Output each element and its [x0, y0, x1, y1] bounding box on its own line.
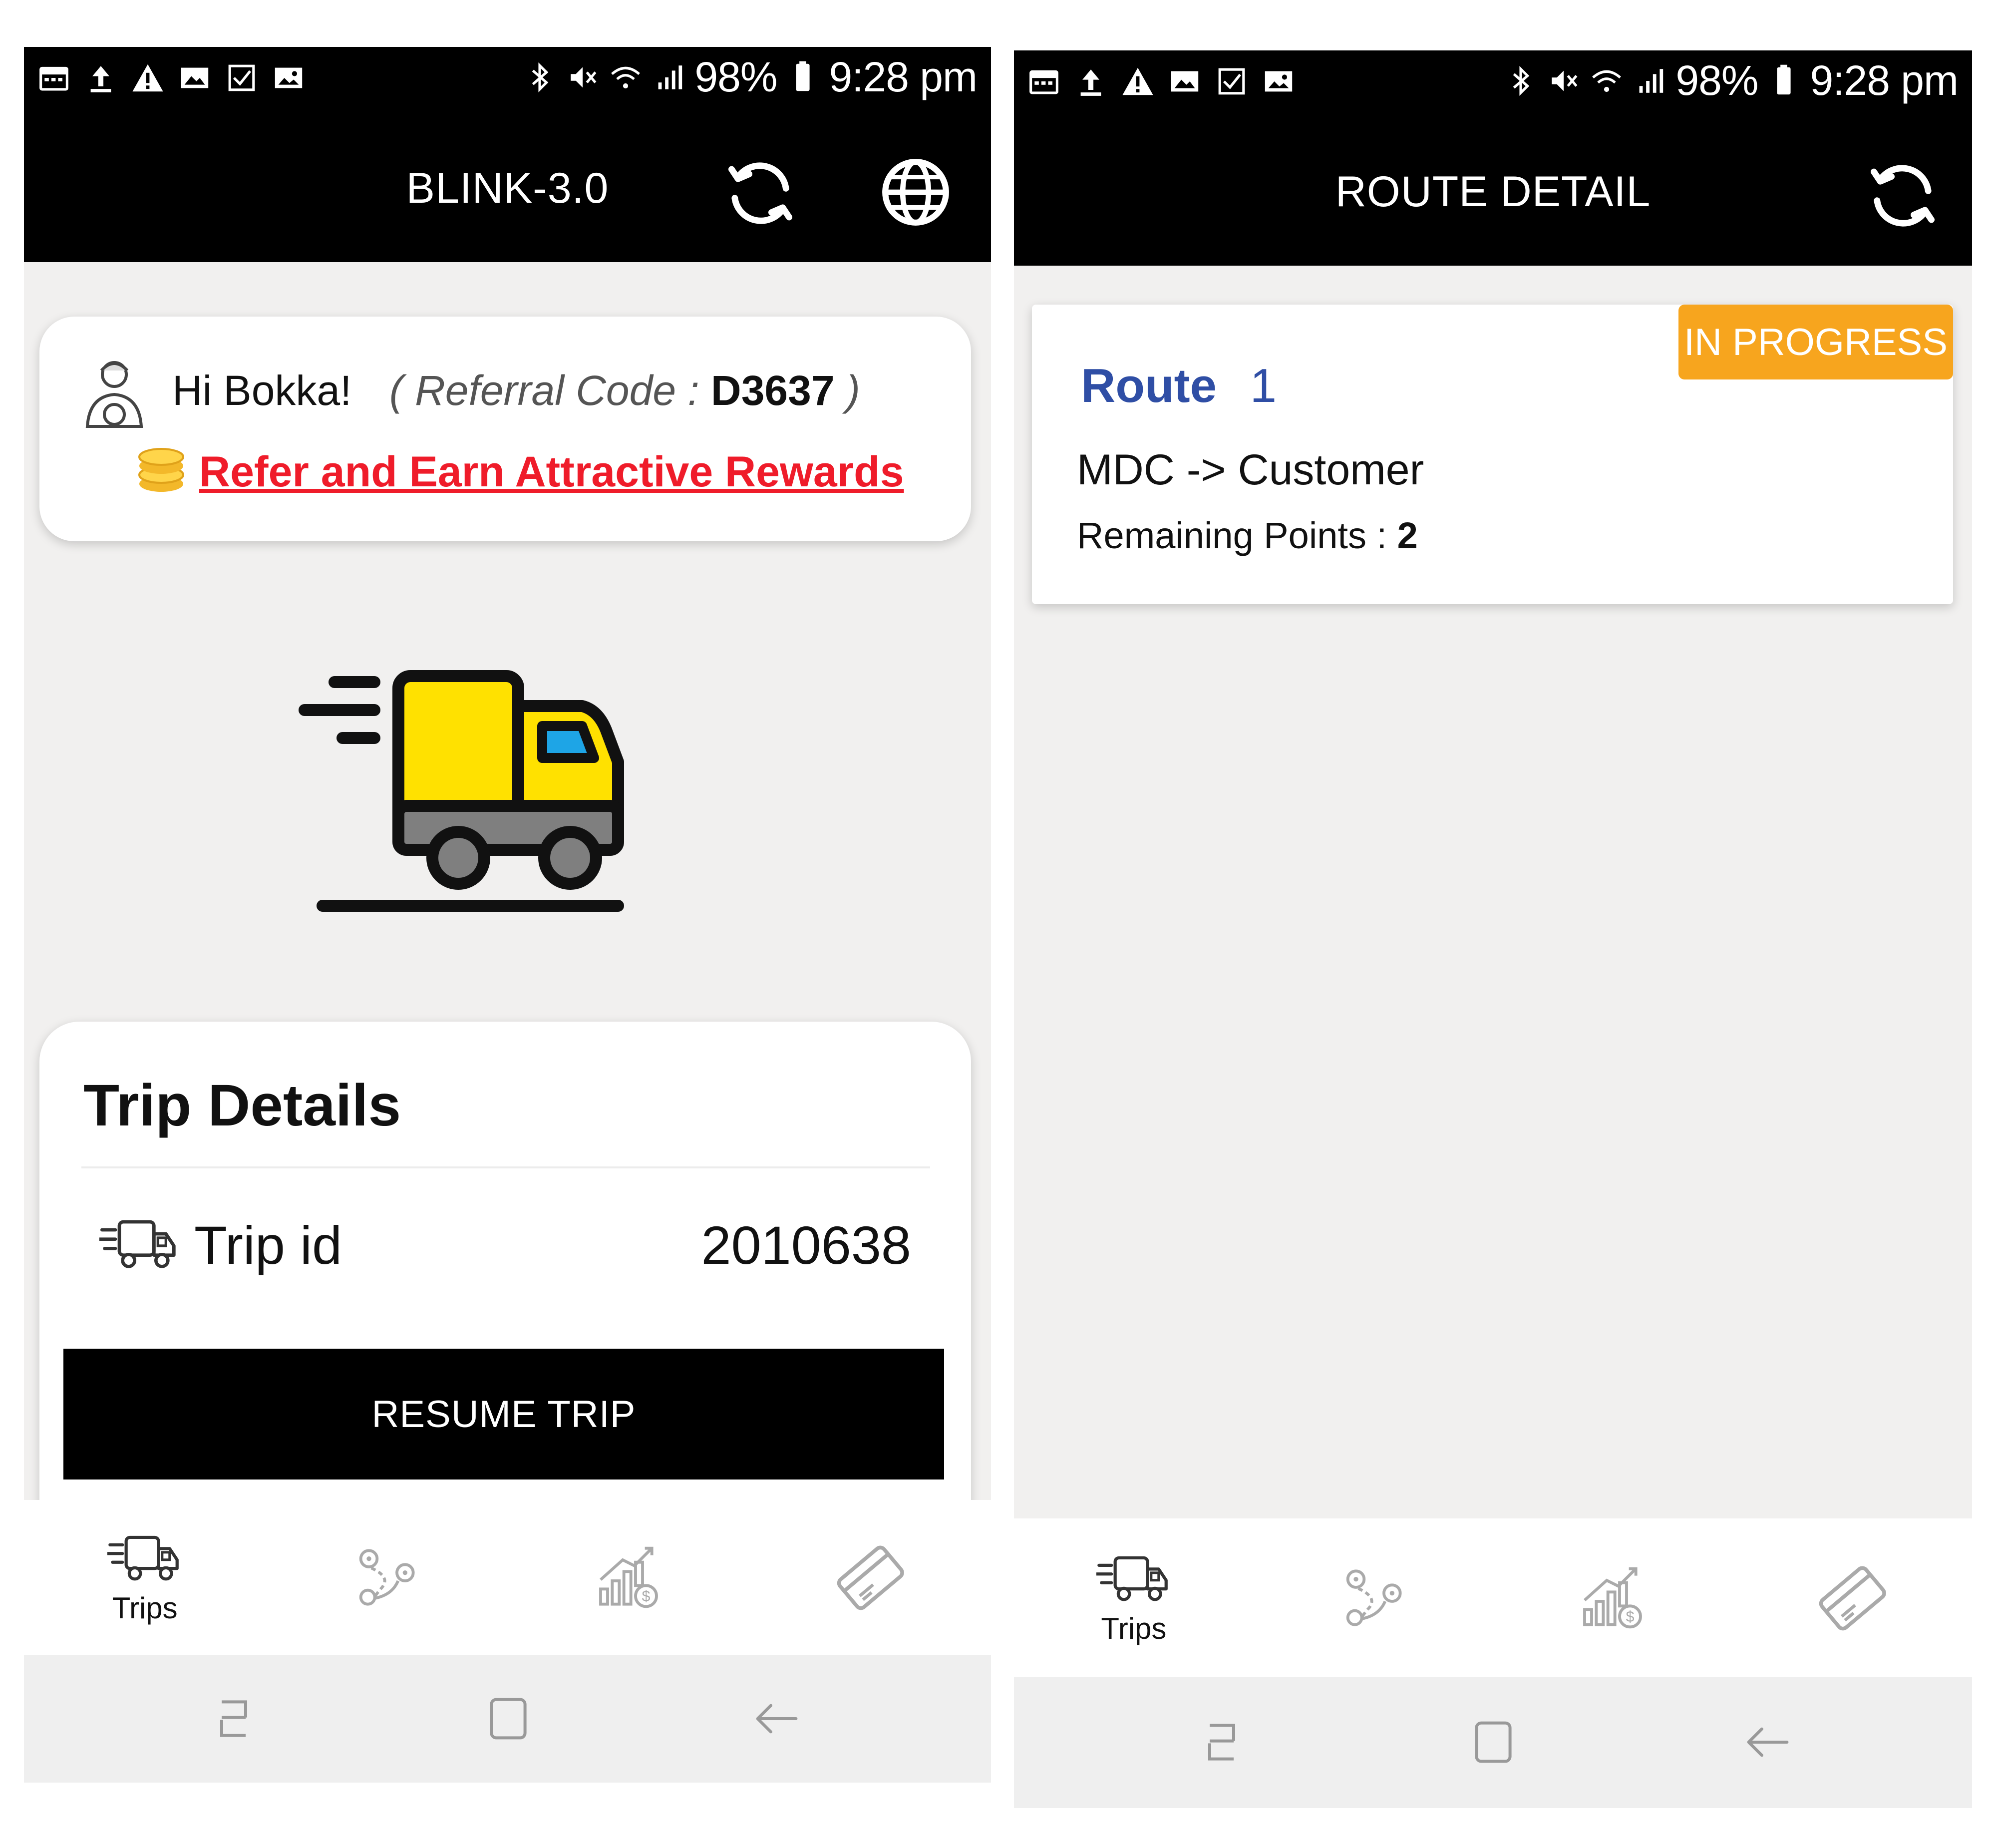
photo-icon	[181, 67, 209, 88]
battery-percent: 98%	[694, 53, 777, 100]
remaining-points-value: 2	[1397, 515, 1418, 556]
nav-trips[interactable]: Trips	[1014, 1518, 1254, 1677]
bluetooth-icon	[1513, 65, 1530, 96]
battery-percent: 98%	[1675, 57, 1758, 104]
bluetooth-icon	[532, 62, 549, 92]
nav-routes[interactable]	[266, 1500, 507, 1655]
route-path: MDC -> Customer	[1077, 446, 1424, 494]
warning-icon	[132, 64, 163, 92]
recent-apps-icon[interactable]	[1192, 1712, 1252, 1772]
nav-earnings[interactable]	[1493, 1518, 1733, 1677]
truck-icon	[1096, 1550, 1171, 1606]
delivery-truck-illustration	[299, 670, 624, 912]
bottom-nav: Trips	[24, 1500, 991, 1655]
home-screen: 98% 9:28 pm BLINK-3.0 Hi Bokka! ( Referr…	[24, 47, 991, 1783]
app-bar: BLINK-3.0	[24, 114, 991, 262]
calendar-icon	[39, 66, 68, 91]
truck-icon	[99, 1214, 179, 1274]
route-card[interactable]: IN PROGRESS Route 1 MDC -> Customer Rema…	[1032, 305, 1953, 604]
recent-apps-icon[interactable]	[204, 1689, 264, 1749]
system-nav	[1014, 1677, 1972, 1808]
back-icon[interactable]	[1738, 1712, 1798, 1772]
status-badge: IN PROGRESS	[1678, 305, 1953, 379]
greeting-text: Hi Bokka!	[172, 367, 352, 414]
nav-earnings[interactable]	[508, 1500, 749, 1655]
driver-avatar-icon	[85, 361, 143, 428]
card-icon	[833, 1540, 908, 1615]
truck-icon	[107, 1530, 182, 1586]
status-bar: 98% 9:28 pm	[24, 47, 991, 114]
trip-details-card: Trip Details Trip id 2010638 RESUME TRIP	[39, 1022, 971, 1531]
battery-icon	[1777, 64, 1791, 94]
greeting-card: Hi Bokka! ( Referral Code : D3637 ) Refe…	[39, 317, 971, 541]
nav-trips-label: Trips	[112, 1591, 178, 1625]
refer-earn-link[interactable]: Refer and Earn Attractive Rewards	[199, 447, 904, 497]
home-icon[interactable]	[478, 1689, 538, 1749]
bottom-nav: Trips	[1014, 1518, 1972, 1677]
trip-id-label: Trip id	[194, 1215, 342, 1275]
route-map-icon	[351, 1542, 421, 1612]
checkbox-icon	[228, 64, 255, 91]
earnings-chart-icon	[594, 1542, 664, 1612]
upload-icon	[1080, 69, 1101, 96]
warning-icon	[1122, 67, 1153, 95]
home-icon[interactable]	[1463, 1712, 1523, 1772]
nav-payments[interactable]	[749, 1500, 991, 1655]
globe-icon[interactable]	[878, 154, 954, 230]
referral-suffix: )	[834, 367, 860, 414]
back-icon[interactable]	[747, 1689, 807, 1749]
wifi-icon	[1592, 70, 1622, 92]
divider	[81, 1166, 930, 1168]
sync-icon[interactable]	[1863, 156, 1943, 236]
upload-icon	[90, 66, 111, 92]
wifi-icon	[611, 66, 641, 88]
app-title: BLINK-3.0	[406, 164, 609, 212]
clock: 9:28 pm	[829, 53, 978, 100]
system-nav	[24, 1655, 991, 1783]
route-detail-title: ROUTE DETAIL	[1335, 167, 1651, 216]
sync-icon[interactable]	[720, 153, 800, 233]
nav-trips[interactable]: Trips	[24, 1500, 266, 1655]
coins-icon	[138, 448, 184, 492]
status-bar: 98% 9:28 pm	[1014, 50, 1972, 118]
nav-payments[interactable]	[1732, 1518, 1972, 1677]
photo-icon	[1171, 71, 1199, 92]
route-number: 1	[1250, 359, 1277, 412]
route-label: Route	[1081, 359, 1217, 412]
signal-icon	[658, 65, 682, 89]
nav-trips-label: Trips	[1101, 1611, 1167, 1645]
earnings-chart-icon	[1578, 1563, 1648, 1633]
clock: 9:28 pm	[1810, 57, 1959, 104]
image-icon	[275, 67, 303, 88]
trip-details-title: Trip Details	[83, 1073, 401, 1138]
mute-icon	[1552, 70, 1578, 91]
trip-id-value: 2010638	[701, 1215, 911, 1275]
referral-prefix: ( Referral Code :	[389, 367, 711, 414]
mute-icon	[571, 67, 597, 87]
referral-code: D3637	[711, 367, 835, 414]
route-map-icon	[1338, 1563, 1408, 1633]
signal-icon	[1639, 68, 1663, 93]
battery-icon	[796, 61, 810, 91]
image-icon	[1265, 71, 1293, 92]
resume-trip-button[interactable]: RESUME TRIP	[63, 1349, 944, 1479]
remaining-points-label: Remaining Points :	[1077, 515, 1397, 556]
calendar-icon	[1029, 70, 1058, 94]
nav-routes[interactable]	[1254, 1518, 1493, 1677]
app-bar: ROUTE DETAIL	[1014, 118, 1972, 266]
route-detail-screen: 98% 9:28 pm ROUTE DETAIL IN PROGRESS Rou…	[1014, 50, 1972, 1808]
card-icon	[1815, 1560, 1890, 1635]
checkbox-icon	[1218, 68, 1245, 95]
